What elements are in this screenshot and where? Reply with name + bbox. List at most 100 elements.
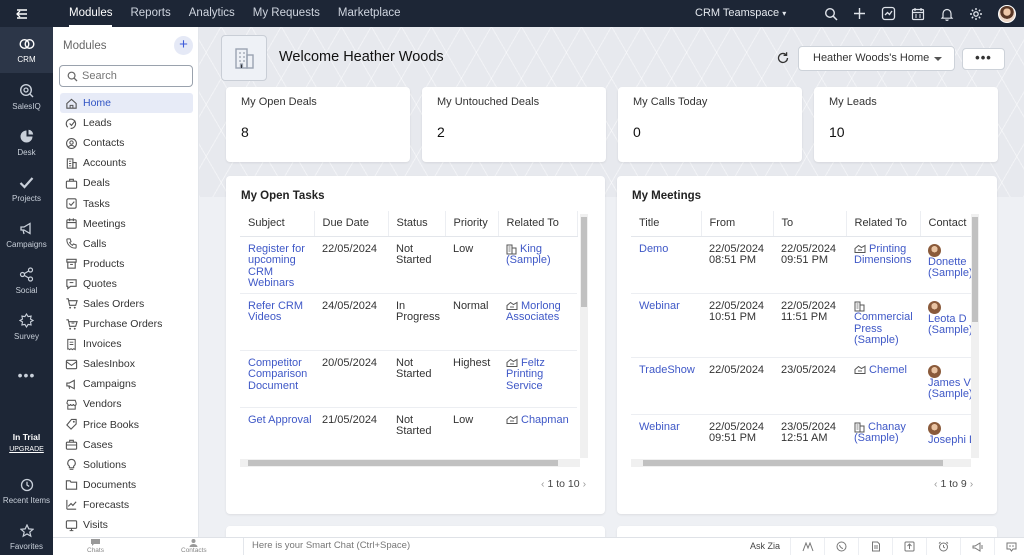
table-row[interactable]: Get Approval 21/05/2024 Not Started Low Chap… [240, 407, 577, 458]
rail-item-campaigns[interactable]: Campaigns [0, 212, 53, 258]
table-row[interactable]: Competitor Comparison Document 20/05/2024… [240, 350, 577, 408]
meeting-contact[interactable]: Josephi Darakjy [920, 414, 971, 458]
announcement-icon[interactable] [960, 538, 994, 555]
collapse-menu-icon[interactable] [14, 6, 30, 22]
module-item-vendors[interactable]: Vendors [60, 394, 193, 414]
stat-card-calls-today[interactable]: My Calls Today 0 [618, 87, 802, 162]
task-subject-link[interactable]: Competitor Comparison Document [240, 350, 314, 408]
column-header-due-date[interactable]: Due Date [314, 211, 389, 237]
table-row[interactable]: Demo 22/05/2024 08:51 PM 22/05/2024 09:51 … [631, 236, 971, 294]
nav-marketplace[interactable]: Marketplace [329, 0, 410, 27]
ask-zia-button[interactable]: Ask Zia [750, 538, 780, 554]
task-related-to[interactable]: Morlong Associates [498, 293, 577, 351]
module-item-leads[interactable]: Leads [60, 113, 193, 133]
module-item-forecasts[interactable]: Forecasts [60, 495, 193, 515]
column-header-from[interactable]: From [701, 211, 774, 237]
meeting-contact[interactable]: Leota D (Sample) [920, 293, 971, 358]
meeting-related-to[interactable]: Commercial Press (Sample) [846, 293, 920, 358]
chats-button[interactable]: Chats [87, 538, 104, 555]
contacts-button[interactable]: Contacts [181, 538, 207, 555]
table-row[interactable]: Refer CRM Videos 24/05/2024 In Progress Nor… [240, 293, 577, 351]
rail-item-crm[interactable]: CRM [0, 27, 53, 73]
module-item-contacts[interactable]: Contacts [60, 133, 193, 153]
module-item-deals[interactable]: Deals [60, 173, 193, 193]
table-row[interactable]: TradeShow 22/05/2024 23/05/2024 Chemel James… [631, 357, 971, 415]
search-input[interactable] [82, 69, 187, 83]
table-row[interactable]: Webinar 22/05/2024 10:51 PM 22/05/2024 11:… [631, 293, 971, 358]
next-page-icon[interactable]: › [580, 478, 590, 490]
column-header-subject[interactable]: Subject [240, 211, 315, 237]
nav-my-requests[interactable]: My Requests [244, 0, 329, 27]
search-icon[interactable] [816, 0, 845, 27]
meeting-related-to[interactable]: Chanay (Sample) [846, 414, 920, 458]
meeting-contact-link[interactable]: Donette (Sample) [928, 256, 971, 280]
module-item-home[interactable]: Home [60, 93, 193, 114]
task-related-to[interactable]: King (Sample) [498, 236, 577, 294]
next-page-icon[interactable]: › [967, 478, 977, 490]
tasks-horizontal-scrollbar[interactable] [240, 459, 580, 467]
activity-icon[interactable] [874, 0, 903, 27]
rail-item-social[interactable]: Social [0, 258, 53, 304]
module-item-purchase-orders[interactable]: Purchase Orders [60, 314, 193, 334]
more-options-button[interactable]: ••• [962, 48, 1005, 70]
meeting-title-link[interactable]: TradeShow [631, 357, 701, 415]
meetings-vertical-scrollbar[interactable] [971, 214, 979, 458]
table-row[interactable]: Register for upcoming CRM Webinars 22/05/… [240, 236, 577, 294]
module-item-sales-orders[interactable]: Sales Orders [60, 294, 193, 314]
meeting-contact-link[interactable]: Josephi Darakjy [928, 434, 971, 446]
rail-recent-items[interactable]: Recent Items [0, 468, 53, 514]
bell-icon[interactable] [932, 0, 961, 27]
alarm-icon[interactable] [926, 538, 960, 555]
plus-icon[interactable] [845, 0, 874, 27]
task-subject-link[interactable]: Get Approval [240, 407, 314, 458]
rail-favorites[interactable]: Favorites [0, 514, 53, 555]
meeting-contact-link[interactable]: Leota D (Sample) [928, 313, 971, 337]
user-avatar[interactable] [990, 0, 1024, 27]
module-item-meetings[interactable]: Meetings [60, 214, 193, 234]
module-item-invoices[interactable]: Invoices [60, 334, 193, 354]
meeting-related-link[interactable]: Commercial Press (Sample) [854, 311, 913, 346]
refresh-icon[interactable] [776, 51, 790, 65]
column-header-to[interactable]: To [773, 211, 847, 237]
calendar-icon[interactable] [903, 0, 932, 27]
tasks-vertical-scrollbar[interactable] [580, 214, 588, 458]
meeting-title-link[interactable]: Webinar [631, 293, 701, 358]
column-header-contact[interactable]: Contact [920, 211, 971, 237]
nav-modules[interactable]: Modules [60, 0, 121, 27]
module-item-calls[interactable]: Calls [60, 234, 193, 254]
call-icon[interactable] [824, 538, 858, 555]
organization-logo[interactable] [221, 35, 267, 81]
module-item-solutions[interactable]: Solutions [60, 455, 193, 475]
upgrade-link[interactable]: UPGRADE [0, 446, 53, 453]
stat-card-untouched-deals[interactable]: My Untouched Deals 2 [422, 87, 606, 162]
meeting-contact[interactable]: James V (Sample) [920, 357, 971, 415]
rail-item-survey[interactable]: Survey [0, 304, 53, 350]
meeting-contact-link[interactable]: James V (Sample) [928, 377, 971, 401]
zia-icon[interactable] [790, 538, 824, 555]
task-related-link[interactable]: Chapman [521, 414, 569, 426]
meeting-related-to[interactable]: Printing Dimensions [846, 236, 920, 294]
gear-icon[interactable] [961, 0, 990, 27]
meeting-related-link[interactable]: Chemel [869, 364, 907, 376]
module-item-tasks[interactable]: Tasks [60, 193, 193, 213]
column-header-priority[interactable]: Priority [445, 211, 499, 237]
rail-more[interactable]: ••• [0, 353, 53, 397]
rail-item-projects[interactable]: Projects [0, 166, 53, 212]
add-module-button[interactable]: + [174, 36, 193, 55]
module-item-campaigns[interactable]: Campaigns [60, 374, 193, 394]
meeting-title-link[interactable]: Demo [631, 236, 701, 294]
task-related-to[interactable]: Chapman [498, 407, 577, 458]
column-header-title[interactable]: Title [631, 211, 702, 237]
meetings-horizontal-scrollbar[interactable] [631, 459, 971, 467]
task-subject-link[interactable]: Register for upcoming CRM Webinars [240, 236, 314, 294]
nav-reports[interactable]: Reports [121, 0, 179, 27]
meeting-related-to[interactable]: Chemel [846, 357, 920, 415]
task-related-to[interactable]: Feltz Printing Service [498, 350, 577, 408]
module-item-salesinbox[interactable]: SalesInbox [60, 354, 193, 374]
module-item-documents[interactable]: Documents [60, 475, 193, 495]
task-subject-link[interactable]: Refer CRM Videos [240, 293, 314, 351]
stat-card-leads[interactable]: My Leads 10 [814, 87, 998, 162]
module-item-cases[interactable]: Cases [60, 435, 193, 455]
meeting-contact[interactable]: Donette (Sample) [920, 236, 971, 294]
module-search[interactable] [59, 65, 193, 87]
